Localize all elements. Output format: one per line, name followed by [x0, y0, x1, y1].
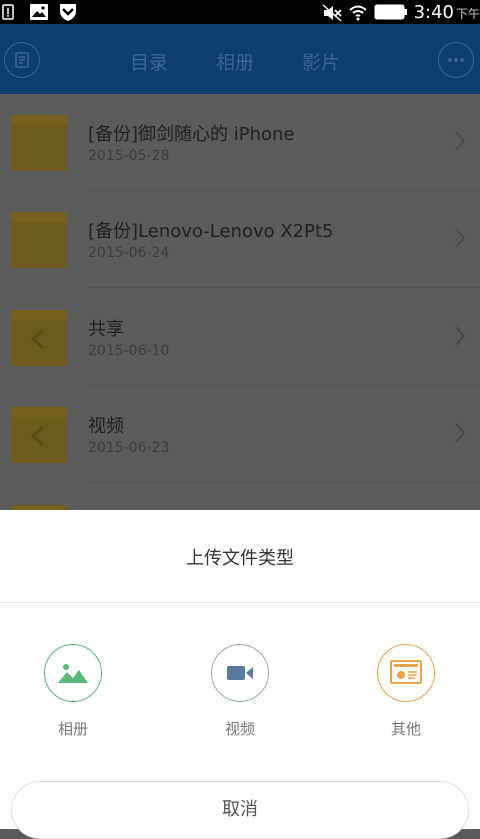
item-date: 2015-06-23	[88, 440, 170, 456]
battery-icon	[374, 4, 408, 20]
folder-icon	[11, 212, 67, 268]
item-title: 共享	[88, 319, 124, 340]
item-title: [备份]Lenovo-Lenovo X2Pt5	[88, 221, 334, 242]
tab-album[interactable]: 相册	[216, 48, 254, 74]
tab-catalog[interactable]: 目录	[130, 48, 168, 74]
list-icon	[15, 52, 29, 68]
list-item[interactable]: [备份]御剑随心的 iPhone 2015-05-28	[0, 94, 480, 191]
item-date: 2015-05-28	[88, 148, 170, 164]
upload-album-option[interactable]: 相册	[43, 644, 103, 739]
item-title: [备份]御剑随心的 iPhone	[88, 124, 295, 145]
more-dots-icon	[448, 58, 464, 62]
item-date: 2015-06-24	[88, 245, 170, 261]
image-icon	[44, 644, 102, 702]
wifi-icon	[348, 4, 368, 21]
clock: 3:40	[413, 1, 454, 23]
tab-movies[interactable]: 影片	[302, 48, 340, 74]
image-notification-icon	[30, 4, 48, 20]
sheet-title: 上传文件类型	[186, 548, 294, 569]
list-item[interactable]: [备份]Lenovo-Lenovo X2Pt5 2015-06-24	[0, 191, 480, 288]
chevron-right-icon	[455, 423, 466, 443]
mute-icon	[322, 4, 342, 22]
tab-bar: 目录 相册 影片	[130, 48, 340, 74]
chevron-right-icon	[455, 326, 466, 346]
list-item[interactable]: 共享 2015-06-10	[0, 289, 480, 386]
clock-ampm: 下午	[455, 6, 480, 21]
shared-folder-icon	[11, 310, 67, 366]
more-button[interactable]	[438, 42, 474, 78]
notification-alert-icon	[2, 4, 20, 20]
option-label: 其他	[390, 720, 421, 738]
upload-type-sheet: 上传文件类型 相册 视频 其他 取消	[0, 510, 480, 839]
shared-folder-icon	[11, 407, 67, 463]
upload-other-option[interactable]: 其他	[376, 644, 436, 739]
option-label: 相册	[57, 720, 88, 738]
folder-icon	[11, 115, 67, 171]
chevron-right-icon	[455, 228, 466, 248]
option-label: 视频	[224, 720, 255, 738]
list-item[interactable]: 视频 2015-06-23	[0, 386, 480, 483]
shield-icon	[58, 2, 78, 22]
app-header: 目录 相册 影片	[0, 24, 480, 94]
divider	[0, 602, 480, 603]
chevron-right-icon	[455, 131, 466, 151]
menu-button[interactable]	[4, 42, 40, 78]
item-date: 2015-06-10	[88, 343, 170, 359]
document-icon	[377, 644, 435, 702]
item-title: 视频	[88, 416, 124, 437]
upload-video-option[interactable]: 视频	[210, 644, 270, 739]
cancel-button[interactable]: 取消	[11, 781, 469, 839]
video-camera-icon	[211, 644, 269, 702]
list-item[interactable]	[0, 484, 480, 510]
file-list: [备份]御剑随心的 iPhone 2015-05-28 [备份]Lenovo-L…	[0, 94, 480, 510]
status-bar: 3:40 下午	[0, 0, 480, 24]
